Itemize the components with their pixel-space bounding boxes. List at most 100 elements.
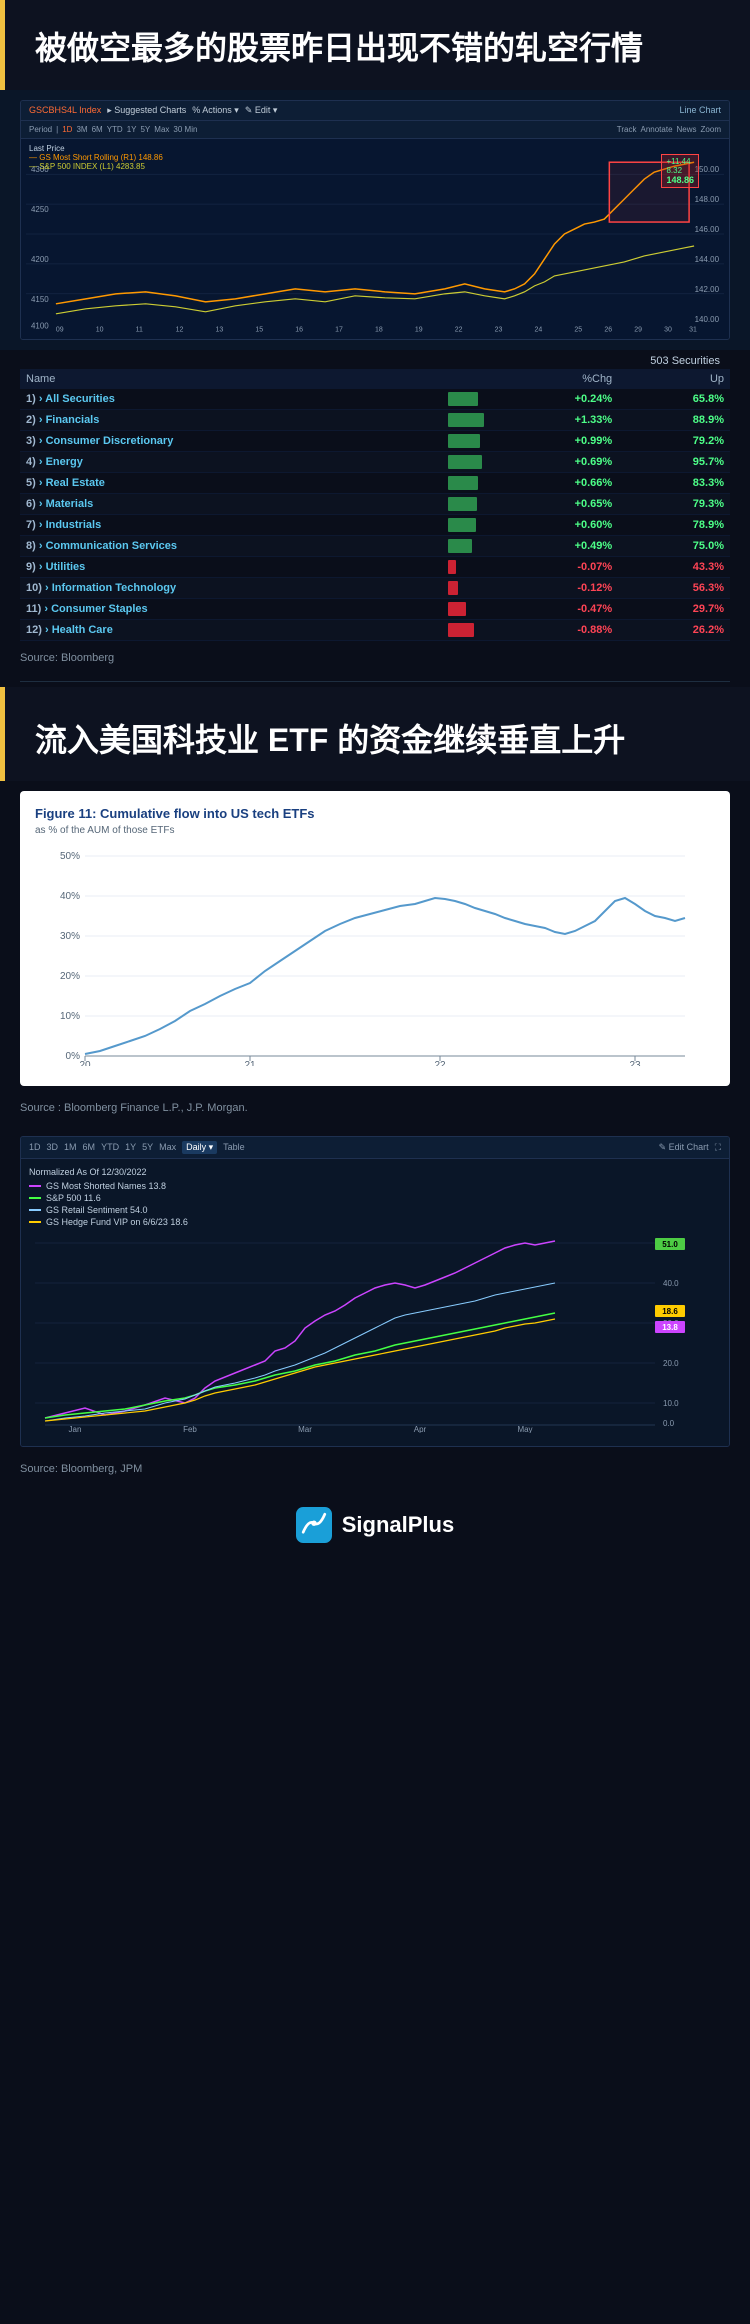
securities-table-row: 1) › All Securities +0.24% 65.8%: [20, 389, 730, 410]
svg-text:Jan: Jan: [69, 1425, 82, 1433]
row-bar-0: [442, 389, 490, 410]
range-1y[interactable]: 1Y: [127, 125, 137, 134]
footer: SignalPlus: [0, 1487, 750, 1563]
securities-table-row: 3) › Consumer Discretionary +0.99% 79.2%: [20, 430, 730, 451]
svg-text:4100: 4100: [31, 321, 49, 330]
legend-item-1: GS Most Shorted Names 13.8: [29, 1181, 721, 1191]
svg-text:10: 10: [96, 326, 104, 333]
svg-text:25: 25: [574, 326, 582, 333]
svg-text:10%: 10%: [60, 1011, 80, 1022]
perf-expand[interactable]: ⛶: [715, 1142, 721, 1153]
news-btn[interactable]: News: [677, 125, 697, 134]
svg-text:24: 24: [535, 326, 543, 333]
perf-tab-1d[interactable]: 1D: [29, 1142, 41, 1152]
range-3m[interactable]: 3M: [76, 125, 87, 134]
svg-text:09: 09: [56, 326, 64, 333]
edit-btn[interactable]: ✎ Edit ▾: [245, 105, 278, 116]
row-pct-chg-4: +0.66%: [490, 472, 618, 493]
range-5y[interactable]: 5Y: [140, 125, 150, 134]
svg-text:13: 13: [215, 326, 223, 333]
svg-text:30%: 30%: [60, 931, 80, 942]
zoom-btn[interactable]: Zoom: [701, 125, 721, 134]
svg-text:142.00: 142.00: [695, 284, 720, 293]
section1-header: 被做空最多的股票昨日出现不错的轧空行情: [0, 0, 750, 90]
perf-tab-table[interactable]: Table: [223, 1142, 245, 1152]
perf-tab-5y[interactable]: 5Y: [142, 1142, 153, 1152]
securities-table-header-row: Name %Chg Up: [20, 369, 730, 389]
row-up-5: 79.3%: [618, 493, 730, 514]
range-ytd[interactable]: YTD: [107, 125, 123, 134]
svg-text:20.0: 20.0: [663, 1359, 679, 1368]
flow-chart-container: Figure 11: Cumulative flow into US tech …: [20, 791, 730, 1086]
row-name-0: 1) › All Securities: [20, 389, 442, 410]
range-6m[interactable]: 6M: [92, 125, 103, 134]
range-1d[interactable]: 1D: [62, 125, 72, 134]
perf-tab-3d[interactable]: 3D: [47, 1142, 59, 1152]
perf-tab-daily-active[interactable]: Daily ▾: [182, 1141, 217, 1154]
svg-text:15: 15: [255, 326, 263, 333]
svg-text:13.8: 13.8: [662, 1323, 678, 1332]
row-pct-chg-1: +1.33%: [490, 409, 618, 430]
row-up-8: 43.3%: [618, 556, 730, 577]
chart-legend-line1: — GS Most Short Rolling (R1) 148.86: [29, 153, 163, 162]
annotate-btn[interactable]: Annotate: [641, 125, 673, 134]
range-label: |: [56, 125, 58, 134]
row-bar-4: [442, 472, 490, 493]
highlight-val2: 8.32: [666, 166, 694, 175]
securities-table: Name %Chg Up 1) › All Securities +0.24% …: [20, 369, 730, 641]
row-bar-7: [442, 535, 490, 556]
range-max[interactable]: Max: [154, 125, 169, 134]
perf-tab-max[interactable]: Max: [159, 1142, 176, 1152]
svg-text:18: 18: [375, 326, 383, 333]
svg-text:19: 19: [415, 326, 423, 333]
svg-text:12: 12: [176, 326, 184, 333]
legend-item-2: S&P 500 11.6: [29, 1193, 721, 1203]
highlight-val1: +11.44: [666, 157, 694, 166]
svg-text:May: May: [517, 1425, 532, 1433]
footer-brand-name: SignalPlus: [342, 1512, 454, 1538]
row-pct-chg-9: -0.12%: [490, 577, 618, 598]
svg-text:Apr: Apr: [414, 1425, 427, 1433]
svg-text:146.00: 146.00: [695, 225, 720, 234]
suggested-charts[interactable]: ▸ Suggested Charts: [107, 105, 186, 116]
signalplus-logo-icon: [296, 1507, 332, 1543]
perf-tab-6m[interactable]: 6M: [83, 1142, 96, 1152]
perf-tab-ytd[interactable]: YTD: [101, 1142, 119, 1152]
pct-actions[interactable]: % Actions ▾: [192, 105, 239, 116]
svg-text:40.0: 40.0: [663, 1279, 679, 1288]
securities-table-container: 503 Securities Name %Chg Up 1) › All Sec…: [20, 350, 730, 641]
svg-text:4250: 4250: [31, 205, 49, 214]
chart-legend-line2: — S&P 500 INDEX (L1) 4283.85: [29, 162, 163, 171]
legend-color-1: [29, 1185, 41, 1187]
col-up-header: Up: [618, 369, 730, 389]
source2-text: Source: Bloomberg, JPM: [0, 1457, 750, 1487]
row-bar-6: [442, 514, 490, 535]
row-pct-chg-2: +0.99%: [490, 430, 618, 451]
securities-table-row: 2) › Financials +1.33% 88.9%: [20, 409, 730, 430]
track-btn[interactable]: Track: [617, 125, 637, 134]
securities-table-row: 12) › Health Care -0.88% 26.2%: [20, 619, 730, 640]
row-name-11: 12) › Health Care: [20, 619, 442, 640]
svg-text:29: 29: [634, 326, 642, 333]
perf-chart-area: Normalized As Of 12/30/2022 GS Most Shor…: [21, 1159, 729, 1446]
perf-edit-chart[interactable]: ✎ Edit Chart: [659, 1142, 709, 1153]
row-up-1: 88.9%: [618, 409, 730, 430]
svg-text:0.0: 0.0: [663, 1419, 675, 1428]
row-bar-3: [442, 451, 490, 472]
perf-chart-toolbar: 1D 3D 1M 6M YTD 1Y 5Y Max Daily ▾ Table …: [21, 1137, 729, 1159]
range-30min[interactable]: 30 Min: [173, 125, 197, 134]
row-name-5: 6) › Materials: [20, 493, 442, 514]
period-btn[interactable]: Period: [29, 125, 52, 134]
perf-tab-1y[interactable]: 1Y: [125, 1142, 136, 1152]
perf-tab-1m[interactable]: 1M: [64, 1142, 77, 1152]
section2-title: 流入美国科技业 ETF 的资金继续垂直上升: [35, 715, 720, 761]
svg-text:40%: 40%: [60, 891, 80, 902]
svg-text:18.6: 18.6: [662, 1307, 678, 1316]
securities-header: 503 Securities: [20, 350, 730, 369]
legend-color-3: [29, 1209, 41, 1211]
row-pct-chg-10: -0.47%: [490, 598, 618, 619]
svg-text:22: 22: [455, 326, 463, 333]
securities-count: 503 Securities: [650, 355, 720, 367]
perf-chart-container: 1D 3D 1M 6M YTD 1Y 5Y Max Daily ▾ Table …: [20, 1136, 730, 1447]
row-name-6: 7) › Industrials: [20, 514, 442, 535]
